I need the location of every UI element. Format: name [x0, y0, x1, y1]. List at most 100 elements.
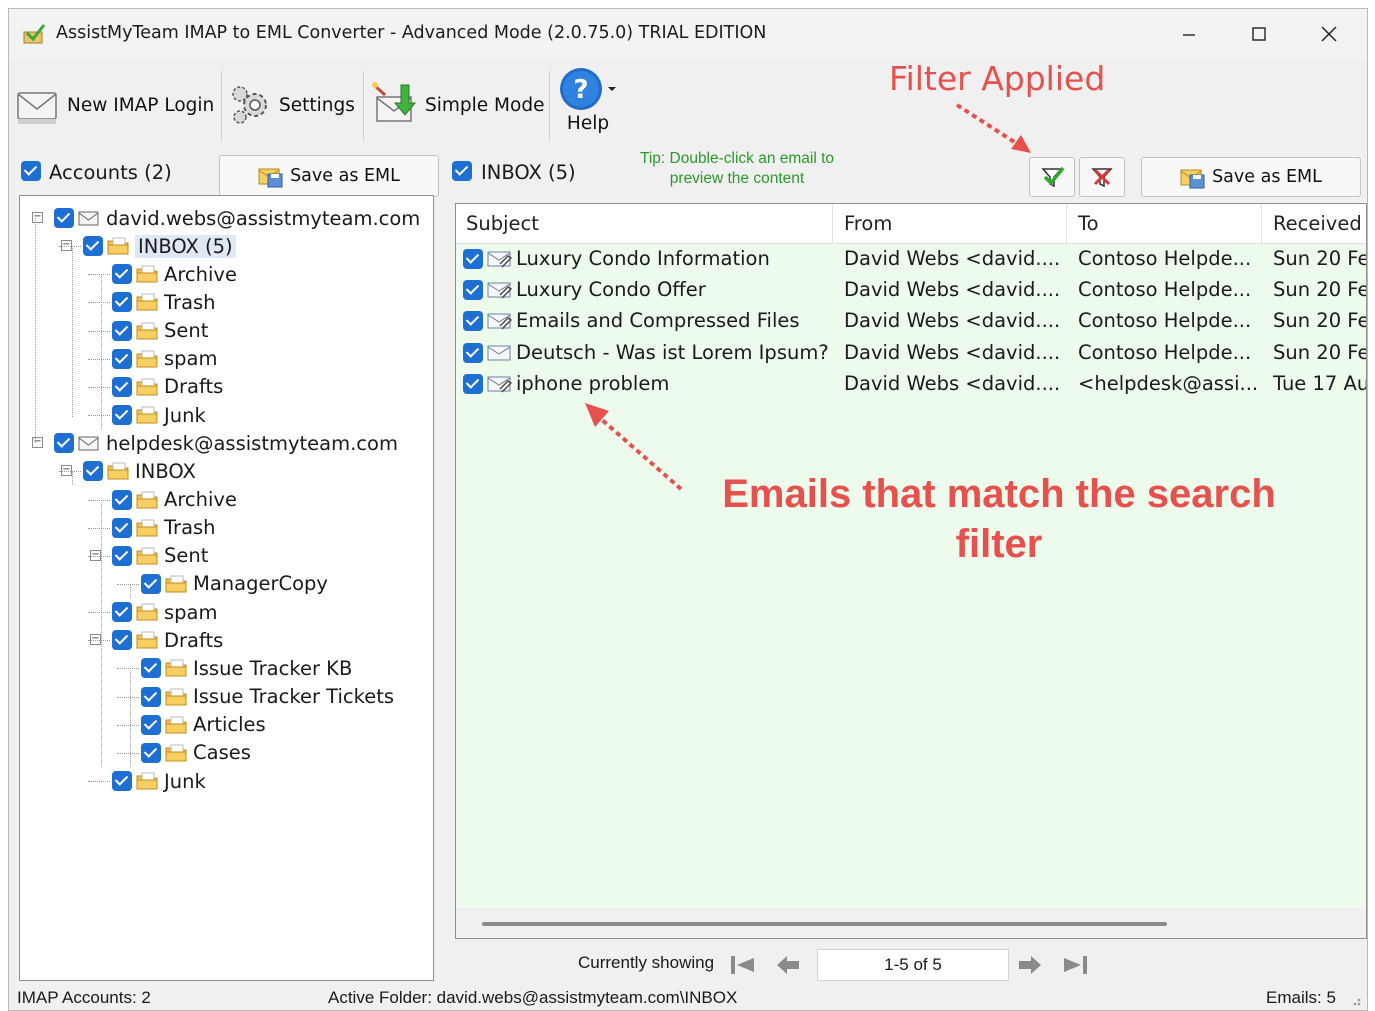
tree-checkbox[interactable] — [112, 348, 132, 369]
column-header-to[interactable]: To — [1078, 212, 1099, 235]
maximize-button[interactable] — [1224, 13, 1294, 55]
email-row[interactable]: Emails and Compressed Files David Webs <d… — [456, 306, 1366, 337]
save-as-eml-right-button[interactable]: Save as EML — [1141, 157, 1361, 197]
clear-filter-button[interactable] — [1079, 157, 1125, 197]
email-row[interactable]: Luxury Condo Offer David Webs <david.... C… — [456, 275, 1366, 306]
tree-checkbox[interactable] — [112, 771, 132, 791]
tree-folder-node[interactable]: spam — [88, 345, 217, 373]
tree-account-node[interactable]: − helpdesk@assistmyteam.com — [32, 429, 398, 457]
column-separator[interactable] — [1066, 204, 1067, 244]
filter-applied-annotation: Filter Applied — [889, 59, 1106, 98]
email-received: Sun 20 Fe — [1273, 278, 1367, 302]
tree-folder-node[interactable]: − INBOX — [59, 457, 196, 485]
folder-tree[interactable]: − david.webs@assistmyteam.com − INBOX (5) Ar… — [19, 195, 434, 981]
email-list[interactable]: Subject From To Received Luxury Condo In… — [455, 203, 1367, 939]
new-imap-login-button[interactable]: New IMAP Login — [15, 67, 220, 143]
help-button[interactable]: ? Help — [557, 67, 619, 143]
tree-collapse-icon[interactable]: − — [32, 212, 43, 223]
column-header-subject[interactable]: Subject — [466, 212, 539, 235]
email-row[interactable]: Deutsch - Was ist Lorem Ipsum? David Webs… — [456, 338, 1366, 369]
close-button[interactable] — [1294, 13, 1364, 55]
save-as-eml-left-button[interactable]: Save as EML — [219, 155, 439, 197]
tree-checkbox[interactable] — [141, 686, 161, 707]
email-subject: Emails and Compressed Files — [516, 309, 800, 333]
horizontal-scrollbar-thumb[interactable] — [482, 922, 1167, 926]
column-header-from[interactable]: From — [844, 212, 892, 235]
tree-folder-node[interactable]: − INBOX (5) — [59, 232, 236, 260]
tree-connector — [88, 358, 110, 360]
mailbox-account-icon — [78, 436, 99, 451]
mail-folder-icon — [136, 378, 158, 396]
tree-node-label: Drafts — [164, 628, 224, 652]
mail-folder-icon — [136, 603, 158, 621]
column-separator[interactable] — [832, 204, 833, 244]
tree-checkbox[interactable] — [112, 320, 132, 341]
tree-folder-node[interactable]: Articles — [117, 711, 266, 739]
tree-checkbox[interactable] — [112, 292, 132, 313]
minimize-button[interactable] — [1154, 13, 1224, 55]
simple-mode-button[interactable]: Simple Mode — [371, 67, 551, 143]
tree-checkbox[interactable] — [141, 714, 161, 735]
tree-folder-node[interactable]: Trash — [88, 514, 216, 542]
email-checkbox[interactable] — [463, 280, 483, 301]
tree-folder-node[interactable]: Trash — [88, 288, 216, 316]
tree-checkbox[interactable] — [112, 630, 132, 651]
email-row[interactable]: Luxury Condo Information David Webs <davi… — [456, 244, 1366, 275]
tree-checkbox[interactable] — [141, 573, 161, 594]
tree-node-label: Issue Tracker Tickets — [193, 685, 395, 709]
tree-connector — [88, 555, 110, 557]
tree-checkbox[interactable] — [112, 517, 132, 538]
next-page-button[interactable] — [1011, 947, 1049, 983]
tree-checkbox[interactable] — [83, 236, 103, 257]
column-header-received[interactable]: Received — [1273, 212, 1362, 235]
inbox-checkbox[interactable] — [452, 161, 472, 181]
tree-checkbox[interactable] — [112, 405, 132, 426]
tree-folder-node[interactable]: spam — [88, 598, 217, 626]
last-page-button[interactable] — [1057, 947, 1095, 983]
tree-connector — [88, 612, 110, 614]
tree-checkbox[interactable] — [54, 208, 74, 228]
tree-checkbox[interactable] — [112, 489, 132, 510]
tree-folder-node[interactable]: Junk — [88, 401, 206, 429]
tree-folder-node[interactable]: Sent — [88, 317, 208, 345]
tree-folder-node[interactable]: Cases — [117, 739, 251, 767]
column-separator[interactable] — [1261, 204, 1262, 244]
email-checkbox[interactable] — [463, 373, 483, 394]
tree-checkbox[interactable] — [112, 264, 132, 285]
tree-folder-node[interactable]: Issue Tracker KB — [117, 654, 352, 682]
tree-folder-node[interactable]: Drafts — [88, 373, 223, 401]
accounts-checkbox[interactable] — [21, 161, 41, 181]
first-page-button[interactable] — [723, 947, 761, 983]
settings-button[interactable]: Settings — [229, 67, 369, 143]
resize-grip-icon[interactable] — [1348, 993, 1362, 1007]
currently-showing-label: Currently showing — [578, 953, 715, 972]
maximize-icon — [1252, 27, 1266, 41]
app-logo-icon — [23, 24, 45, 44]
tree-folder-node[interactable]: ManagerCopy — [117, 570, 328, 598]
tree-checkbox[interactable] — [112, 376, 132, 397]
tree-folder-node[interactable]: − Sent — [88, 542, 208, 570]
tree-checkbox[interactable] — [83, 461, 103, 482]
arrow-right-icon — [1019, 956, 1041, 974]
email-checkbox[interactable] — [463, 342, 483, 363]
email-checkbox[interactable] — [463, 311, 483, 332]
tree-folder-node[interactable]: − Drafts — [88, 626, 224, 654]
tree-folder-node[interactable]: Issue Tracker Tickets — [117, 683, 395, 711]
tree-folder-node[interactable]: Archive — [88, 486, 237, 514]
tree-account-node[interactable]: − david.webs@assistmyteam.com — [32, 204, 420, 232]
tree-checkbox[interactable] — [141, 742, 161, 763]
email-checkbox[interactable] — [463, 249, 483, 269]
tree-checkbox[interactable] — [141, 658, 161, 679]
tree-checkbox[interactable] — [54, 433, 74, 454]
app-window: AssistMyTeam IMAP to EML Converter - Adv… — [8, 8, 1368, 1011]
gear-icon — [232, 86, 267, 124]
tree-checkbox[interactable] — [112, 545, 132, 566]
tree-folder-node[interactable]: Junk — [88, 767, 206, 795]
apply-filter-button[interactable] — [1029, 157, 1075, 197]
toolbar-separator — [221, 71, 222, 141]
tree-folder-node[interactable]: Archive — [88, 260, 237, 288]
tree-collapse-icon[interactable]: − — [32, 437, 43, 449]
email-row[interactable]: iphone problem David Webs <david.... <help… — [456, 369, 1366, 400]
tree-checkbox[interactable] — [112, 602, 132, 623]
previous-page-button[interactable] — [769, 947, 807, 983]
